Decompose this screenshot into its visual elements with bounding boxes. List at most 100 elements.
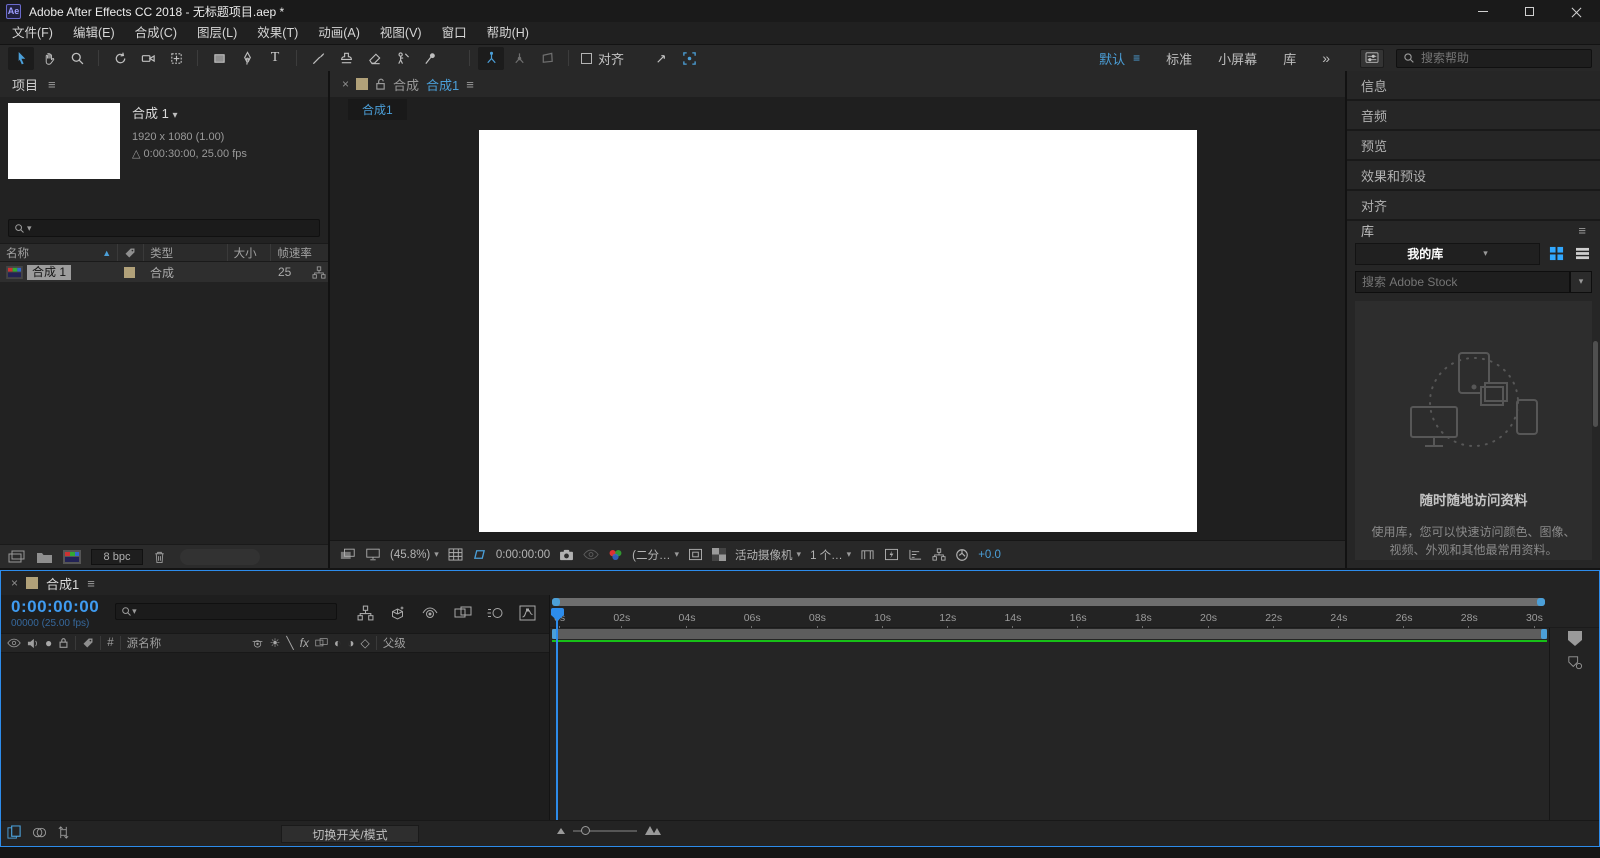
effects-icon[interactable]: fx	[300, 636, 309, 650]
work-area-bar[interactable]	[550, 628, 1599, 640]
close-tab-icon[interactable]: ×	[11, 576, 18, 590]
zoom-tool-icon[interactable]	[64, 47, 90, 70]
comp-flowchart-icon[interactable]	[932, 548, 946, 561]
stock-search-input[interactable]	[1356, 275, 1569, 289]
motion-blur-icon[interactable]	[487, 605, 504, 621]
expand-transfer-controls-icon[interactable]	[32, 825, 47, 840]
world-axis-mode-icon[interactable]	[506, 47, 532, 70]
show-channel-icon[interactable]	[608, 549, 623, 561]
pan-behind-tool-icon[interactable]	[163, 47, 189, 70]
column-type[interactable]: 类型	[143, 244, 226, 261]
new-folder-icon[interactable]	[36, 550, 53, 564]
clone-stamp-tool-icon[interactable]	[333, 47, 359, 70]
exposure-value[interactable]: +0.0	[978, 549, 1001, 561]
label-column-icon[interactable]	[82, 637, 94, 649]
trash-icon[interactable]	[153, 550, 166, 564]
layer-list-empty-area[interactable]	[1, 653, 549, 820]
help-search-box[interactable]	[1396, 49, 1592, 68]
menu-item[interactable]: 图层(L)	[187, 22, 247, 44]
draft-3d-icon[interactable]	[389, 605, 406, 621]
new-composition-icon[interactable]	[63, 550, 81, 564]
list-view-icon[interactable]	[1572, 244, 1592, 264]
index-column[interactable]: #	[107, 637, 113, 649]
fast-previews-icon[interactable]	[884, 548, 899, 561]
column-label[interactable]	[117, 244, 143, 261]
region-of-interest-icon[interactable]	[472, 548, 487, 561]
collapsed-panel-header[interactable]: 预览	[1347, 131, 1600, 161]
puppet-pin-tool-icon[interactable]	[417, 47, 443, 70]
motion-blur-switch-icon[interactable]: ◐	[334, 636, 341, 650]
sidebar-scrollbar[interactable]	[1593, 341, 1598, 427]
target-region-icon[interactable]	[688, 548, 703, 561]
panel-menu-icon[interactable]: ≡	[48, 77, 56, 92]
workspace-tab-library[interactable]: 库	[1283, 49, 1296, 68]
view-layout-select[interactable]: 1 个…▾	[810, 547, 851, 563]
library-collection-select[interactable]: 我的库 ▾	[1355, 243, 1540, 265]
current-timecode[interactable]: 0:00:00:00	[11, 597, 99, 617]
magnification-select[interactable]: (45.8%)▾	[390, 549, 439, 561]
hand-tool-icon[interactable]	[36, 47, 62, 70]
pen-tool-icon[interactable]	[234, 47, 260, 70]
menu-item[interactable]: 动画(A)	[308, 22, 370, 44]
timeline-tab-name[interactable]: 合成1	[46, 574, 79, 593]
help-search-input[interactable]	[1421, 51, 1561, 65]
row-name[interactable]: 合成 1	[27, 265, 71, 280]
shape-tool-icon[interactable]	[206, 47, 232, 70]
parent-column[interactable]: 父级	[383, 635, 406, 651]
brush-tool-icon[interactable]	[305, 47, 331, 70]
video-eye-icon[interactable]	[7, 638, 21, 648]
zoom-slider[interactable]	[573, 830, 637, 832]
snap-along-edges-icon[interactable]	[648, 47, 674, 70]
close-tab-icon[interactable]: ×	[342, 77, 349, 91]
comp-marker-icon[interactable]	[1567, 655, 1583, 670]
camera-tool-icon[interactable]	[135, 47, 161, 70]
viewer-canvas[interactable]	[330, 121, 1345, 540]
stock-search-box[interactable]	[1355, 271, 1570, 293]
column-name[interactable]: 名称 ▲	[0, 244, 117, 261]
workspace-tab-small-screen[interactable]: 小屏幕	[1218, 49, 1257, 68]
zoom-out-icon[interactable]	[557, 828, 565, 834]
workspace-tab-default[interactable]: 默认 ≡	[1099, 49, 1140, 68]
roto-brush-tool-icon[interactable]	[389, 47, 415, 70]
frame-blend-icon[interactable]	[454, 605, 472, 621]
view-axis-mode-icon[interactable]	[534, 47, 560, 70]
collapse-transforms-icon[interactable]: ☀	[270, 636, 281, 650]
shy-switch-icon[interactable]	[251, 637, 264, 650]
frame-blend-switch-icon[interactable]	[315, 637, 328, 649]
shy-layers-icon[interactable]	[421, 605, 439, 621]
menu-item[interactable]: 文件(F)	[2, 22, 63, 44]
resolution-select[interactable]: (二分…▾	[632, 547, 679, 563]
reset-exposure-icon[interactable]	[955, 548, 969, 562]
menu-item[interactable]: 效果(T)	[247, 22, 308, 44]
collapsed-panel-header[interactable]: 信息	[1347, 71, 1600, 101]
always-preview-icon[interactable]	[340, 548, 356, 561]
selection-tool-icon[interactable]	[8, 47, 34, 70]
panel-menu-icon[interactable]: ≡	[87, 576, 95, 591]
snap-checkbox[interactable]	[581, 53, 592, 64]
menu-item[interactable]: 视图(V)	[370, 22, 432, 44]
source-name-column[interactable]: 源名称	[127, 635, 245, 651]
workspace-settings-icon[interactable]	[1360, 49, 1384, 68]
zoom-slider-knob[interactable]	[581, 826, 590, 835]
project-tab[interactable]: 项目	[12, 75, 38, 94]
stock-search-dropdown[interactable]: ▾	[1570, 271, 1592, 293]
lock-icon[interactable]	[58, 637, 69, 649]
adjustment-layer-icon[interactable]: ◑	[347, 636, 354, 650]
three-d-layer-icon[interactable]: ◇	[361, 636, 370, 650]
collapsed-panel-header[interactable]: 效果和预设	[1347, 161, 1600, 191]
panel-menu-icon[interactable]: ≡	[1578, 223, 1586, 238]
project-list-empty-area[interactable]	[0, 282, 328, 544]
chevron-down-icon[interactable]: ▾	[172, 110, 177, 121]
library-panel-header[interactable]: 库 ≡	[1347, 221, 1600, 241]
bit-depth-button[interactable]: 8 bpc	[91, 549, 143, 565]
comp-mini-flowchart-icon[interactable]	[357, 605, 374, 621]
close-button[interactable]	[1553, 0, 1600, 22]
grid-guides-icon[interactable]	[448, 548, 463, 561]
timeline-search-box[interactable]: ▾	[115, 603, 337, 620]
text-tool-icon[interactable]: T	[262, 47, 288, 70]
viewer-tab-name[interactable]: 合成1	[426, 75, 459, 94]
project-row-comp1[interactable]: 合成 1 合成 25	[0, 262, 328, 282]
comp-subtab[interactable]: 合成1	[348, 99, 407, 120]
project-search-box[interactable]: ▾	[8, 219, 320, 237]
column-framerate[interactable]: 帧速率	[270, 244, 328, 261]
